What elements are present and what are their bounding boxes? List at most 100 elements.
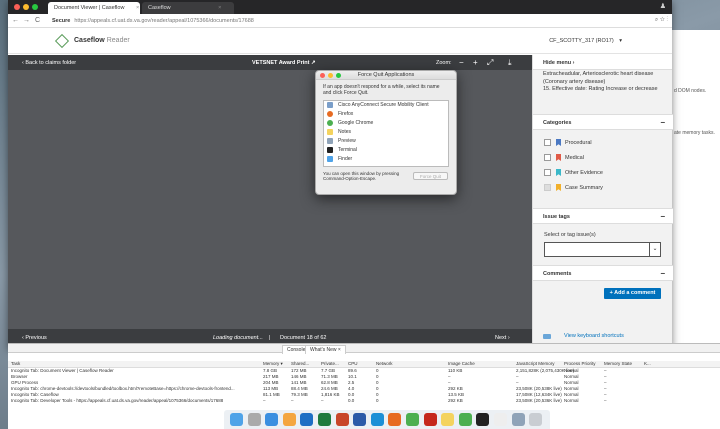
force-quit-button[interactable]: Force Quit <box>413 172 448 180</box>
comments-header[interactable]: Comments − <box>533 265 673 281</box>
category-medical[interactable]: Medical <box>533 151 673 166</box>
word-icon[interactable] <box>353 413 367 426</box>
minimize-window-icon[interactable] <box>328 73 333 78</box>
table-cell: 71.3 MB <box>321 374 338 379</box>
column-header[interactable]: Image Cache <box>448 361 475 366</box>
zoom-out-button[interactable]: − <box>459 58 464 67</box>
category-label: Case Summary <box>565 185 603 191</box>
checkbox[interactable] <box>544 184 551 191</box>
hide-menu-button[interactable]: Hide menu › <box>533 55 672 70</box>
powerpoint-icon[interactable] <box>335 413 349 426</box>
list-item[interactable]: Terminal <box>324 146 448 155</box>
zoom-in-button[interactable]: + <box>473 58 478 67</box>
tab-document-viewer[interactable]: Document Viewer | Caseflow × <box>48 2 140 14</box>
close-window-icon[interactable] <box>320 73 325 78</box>
checkbox[interactable] <box>544 139 551 146</box>
reload-icon[interactable]: C <box>35 17 40 24</box>
notes-2-icon[interactable] <box>494 413 507 426</box>
list-item[interactable]: Notes <box>324 128 448 137</box>
column-header[interactable]: CPU <box>348 361 358 366</box>
table-row[interactable]: Incognito Tab: Developer Tools - https:/… <box>8 398 720 404</box>
column-header[interactable]: Memory ▾ <box>263 361 283 367</box>
category-case-summary[interactable]: Case Summary <box>533 181 673 196</box>
column-header[interactable]: Network <box>376 361 393 366</box>
excel-icon[interactable] <box>318 413 331 426</box>
category-procedural[interactable]: Procedural <box>533 136 673 151</box>
issue-tags-header[interactable]: Issue tags − <box>533 208 673 224</box>
add-comment-button[interactable]: + Add a comment <box>604 288 661 299</box>
safari-icon[interactable] <box>265 413 279 426</box>
menu-icon[interactable]: ⋮ <box>666 17 668 23</box>
table-cell: 204 MB <box>263 380 279 385</box>
outlook-icon[interactable] <box>300 413 314 426</box>
notes-icon[interactable] <box>441 413 455 426</box>
acrobat-icon[interactable] <box>423 413 437 426</box>
address-input[interactable]: Secure https://appeals.cf.uat.ds.va.gov/r… <box>48 16 644 26</box>
lync-icon[interactable] <box>370 413 384 426</box>
app-brand[interactable]: Caseflow Reader <box>74 37 130 44</box>
list-item[interactable]: Cisco AnyConnect Secure Mobility Client <box>324 101 448 110</box>
next-button[interactable]: Next › <box>495 335 510 341</box>
maximize-window-icon[interactable] <box>336 73 341 78</box>
column-header[interactable]: Shared... <box>291 361 309 366</box>
tab-caseflow[interactable]: Caseflow × <box>142 2 234 14</box>
column-header[interactable]: Memory State <box>604 361 632 366</box>
finder-icon[interactable] <box>230 413 243 426</box>
table-cell: 79.3 MB <box>291 392 308 397</box>
collapse-icon[interactable]: − <box>660 118 665 127</box>
close-window-icon[interactable] <box>14 4 20 10</box>
collapse-icon[interactable]: − <box>660 212 665 221</box>
star-icon[interactable]: ☆ <box>660 17 665 23</box>
chrome-2-icon[interactable] <box>458 413 472 426</box>
hide-menu-label: Hide menu <box>543 60 572 66</box>
maximize-window-icon[interactable] <box>32 4 38 10</box>
firefox-icon <box>327 110 333 117</box>
issue-tags-select[interactable]: ⌄ <box>544 242 661 257</box>
list-item[interactable]: Preview <box>324 137 448 146</box>
close-tab-icon[interactable]: × <box>218 5 221 11</box>
photos-icon[interactable] <box>282 413 296 426</box>
table-cell: 217 MB <box>263 374 279 379</box>
categories-header[interactable]: Categories − <box>533 114 673 130</box>
zoom-icon[interactable]: ⌕ <box>655 17 658 23</box>
preview-icon[interactable] <box>511 413 525 426</box>
close-tab-icon[interactable]: × <box>136 5 139 11</box>
bookmark-icon <box>556 169 561 176</box>
section-title: Comments <box>543 271 572 277</box>
minimize-window-icon[interactable] <box>23 4 29 10</box>
checkbox[interactable] <box>544 169 551 176</box>
chrome-icon[interactable] <box>406 413 419 426</box>
cisco-anyconnect-icon <box>327 101 333 108</box>
table-cell: – <box>604 368 607 373</box>
chevron-down-icon[interactable]: ⌄ <box>649 243 660 256</box>
firefox-icon[interactable] <box>388 413 402 426</box>
list-item[interactable]: Google Chrome <box>324 119 448 128</box>
collapse-icon[interactable]: − <box>660 269 665 278</box>
url-bar: ← → C Secure https://appeals.cf.uat.ds.va… <box>8 14 672 28</box>
keyboard-shortcuts-link[interactable]: View keyboard shortcuts <box>564 333 624 339</box>
list-item[interactable]: Finder <box>324 155 448 164</box>
category-other-evidence[interactable]: Other Evidence <box>533 166 673 181</box>
back-to-claims-folder-link[interactable]: ‹ Back to claims folder <box>22 60 76 66</box>
column-header[interactable]: Task <box>11 361 20 366</box>
column-header[interactable]: Private... <box>321 361 339 366</box>
forward-arrow-icon[interactable]: → <box>23 17 30 24</box>
tab-whats-new[interactable]: What's New × <box>305 345 346 354</box>
trash-icon[interactable] <box>529 413 543 426</box>
previous-button[interactable]: ‹ Previous <box>22 335 47 341</box>
column-header[interactable]: JavaScript Memory <box>516 361 555 366</box>
table-cell: – <box>291 398 294 403</box>
back-arrow-icon[interactable]: ← <box>12 17 19 24</box>
launchpad-icon[interactable] <box>247 413 261 426</box>
download-icon[interactable]: ⤓ <box>508 58 512 68</box>
table-cell: 0 <box>376 398 379 403</box>
bookmark-icon <box>556 184 561 191</box>
list-item[interactable]: Firefox <box>324 110 448 119</box>
checkbox[interactable] <box>544 154 551 161</box>
column-header[interactable]: Process Priority <box>564 361 596 366</box>
terminal-icon[interactable] <box>476 413 490 426</box>
fit-to-screen-icon[interactable]: ⤢ <box>487 58 493 68</box>
column-header[interactable]: K... <box>644 361 651 366</box>
user-dropdown[interactable]: CF_SCOTTY_317 (RO17) ▾ <box>549 38 622 44</box>
external-link-icon[interactable]: ↗ <box>311 60 316 66</box>
